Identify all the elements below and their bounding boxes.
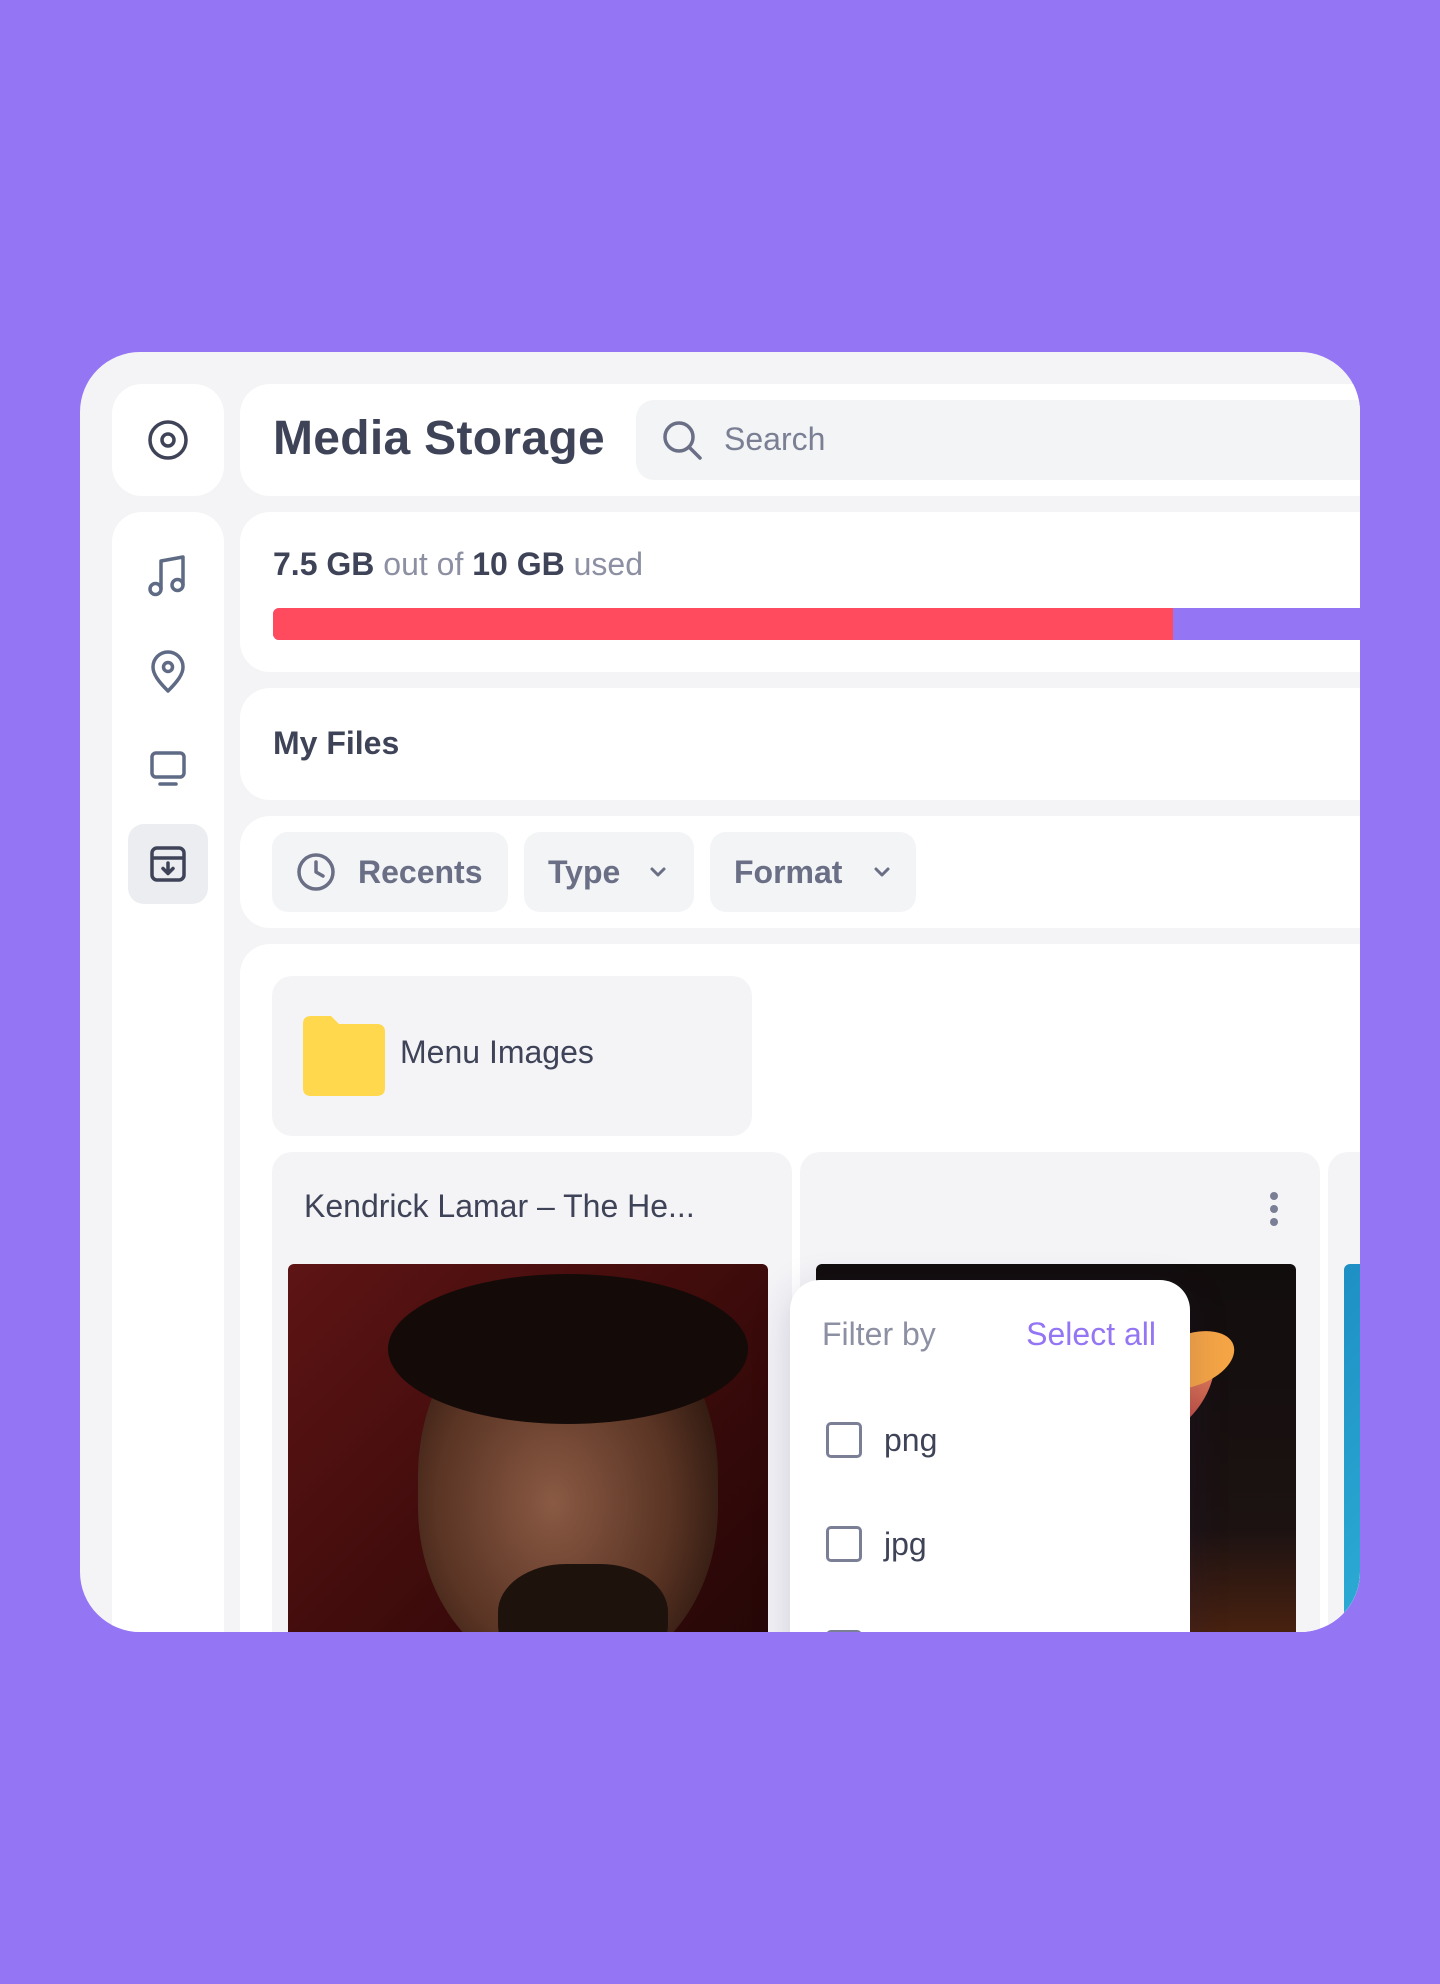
logo[interactable]	[112, 384, 224, 496]
app-window: Media Storage Search 7.5 GB out of 10 GB…	[80, 352, 1360, 1632]
folder-name: Menu Images	[400, 1034, 594, 1070]
media-card-title: Kendrick Lamar – The He...	[304, 1188, 695, 1224]
disc-icon	[148, 420, 188, 460]
search-input[interactable]: Search	[636, 400, 1360, 480]
media-card[interactable]	[1328, 1152, 1360, 1632]
checkbox[interactable]	[826, 1526, 862, 1562]
format-dropdown: Filter by Select all png jpg mp4 mov pdf	[790, 1280, 1190, 1632]
select-all-button[interactable]: Select all	[1026, 1316, 1156, 1353]
sidebar-item-music[interactable]	[128, 536, 208, 616]
my-files-header: My Files	[240, 688, 1360, 800]
type-filter-button[interactable]: Type	[524, 832, 694, 912]
format-option-jpg[interactable]: jpg	[826, 1514, 927, 1574]
storage-used-label: used	[573, 546, 643, 582]
clock-icon	[297, 853, 335, 891]
header: Media Storage Search	[240, 384, 1360, 496]
my-files-title: My Files	[273, 725, 400, 761]
music-icon	[148, 555, 185, 597]
search-placeholder: Search	[724, 421, 826, 457]
checkbox[interactable]	[826, 1630, 862, 1632]
format-filter-button[interactable]: Format	[710, 832, 916, 912]
search-icon	[663, 421, 702, 460]
storage-out-of: out of	[383, 546, 464, 582]
sidebar	[112, 512, 224, 1632]
media-thumbnail-water	[1344, 1264, 1360, 1632]
storage-bar	[273, 608, 1360, 640]
storage-bar-fill	[273, 608, 1173, 640]
sidebar-item-location[interactable]	[128, 632, 208, 712]
sidebar-item-archive[interactable]	[128, 824, 208, 904]
recents-label: Recents	[358, 853, 483, 890]
map-pin-icon	[151, 650, 185, 693]
archive-download-icon	[150, 846, 186, 882]
more-options-icon[interactable]	[1270, 1192, 1278, 1226]
chevron-down-icon	[874, 867, 890, 877]
storage-total: 10 GB	[472, 546, 565, 582]
filter-bar: Recents Type Format	[240, 816, 1360, 928]
folder-icon	[303, 1016, 385, 1096]
checkbox[interactable]	[826, 1422, 862, 1458]
format-option-label: png	[884, 1421, 938, 1458]
chevron-down-icon	[650, 867, 666, 877]
sidebar-item-screen[interactable]	[128, 728, 208, 808]
format-option-label: jpg	[884, 1525, 927, 1562]
recents-filter-button[interactable]: Recents	[272, 832, 508, 912]
storage-usage: 7.5 GB out of 10 GB used	[240, 512, 1360, 672]
format-option-label: mp4	[884, 1630, 946, 1633]
monitor-icon	[150, 751, 186, 786]
dropdown-label: Filter by	[822, 1316, 936, 1352]
page-title: Media Storage	[273, 412, 605, 465]
type-label: Type	[548, 853, 621, 890]
format-label: Format	[734, 853, 843, 890]
format-option-png[interactable]: png	[826, 1410, 937, 1470]
storage-usage-text: 7.5 GB out of 10 GB used	[273, 546, 643, 583]
format-option-mp4[interactable]: mp4	[826, 1618, 946, 1632]
media-card[interactable]: Kendrick Lamar – The He...	[272, 1152, 792, 1632]
folder-card[interactable]: Menu Images	[272, 976, 752, 1136]
storage-used: 7.5 GB	[273, 546, 375, 582]
media-thumbnail-portrait	[288, 1264, 768, 1632]
